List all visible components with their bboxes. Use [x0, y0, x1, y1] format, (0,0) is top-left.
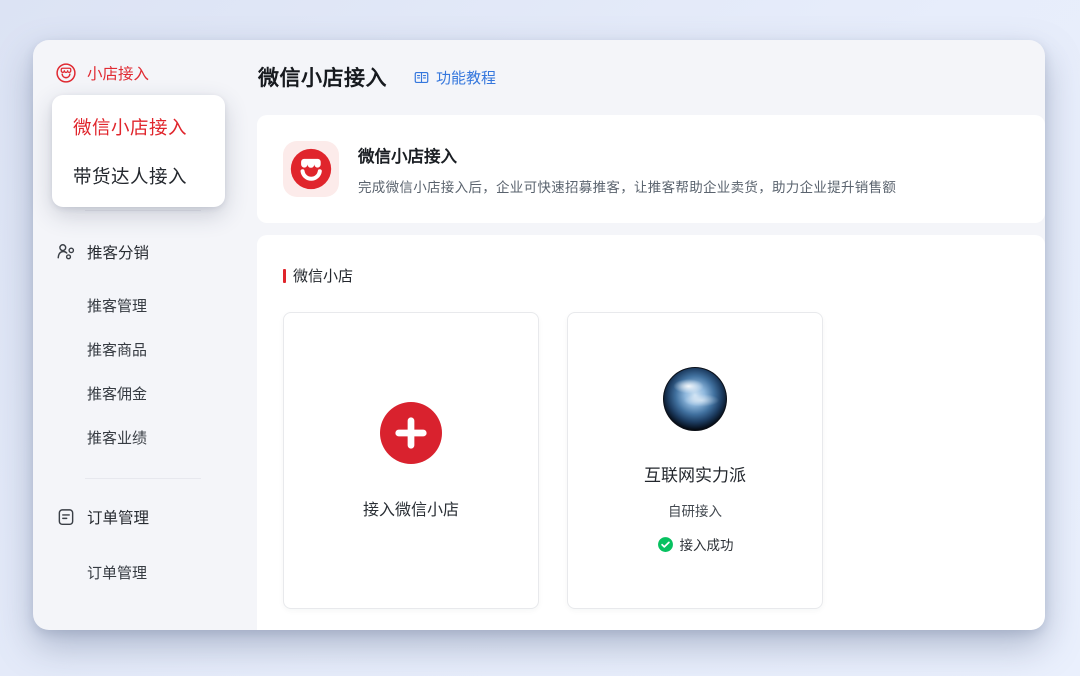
section-title: 微信小店 — [283, 265, 1019, 286]
sidebar-item-promoter-commission[interactable]: 推客佣金 — [87, 383, 147, 404]
connected-store-card[interactable]: 互联网实力派 自研接入 接入成功 — [567, 312, 823, 609]
sidebar-group-distribution[interactable]: 推客分销 — [55, 241, 149, 263]
sidebar-divider — [85, 478, 201, 479]
shop-access-popup-menu: 微信小店接入 带货达人接入 — [52, 95, 225, 207]
banner-card: 微信小店接入 完成微信小店接入后，企业可快速招募推客，让推客帮助企业卖货，助力企… — [257, 115, 1045, 223]
connect-shop-label: 接入微信小店 — [363, 496, 459, 520]
sidebar-item-label: 小店接入 — [87, 62, 149, 84]
sidebar-divider — [85, 210, 201, 211]
section-title-marker — [283, 269, 286, 283]
sidebar-group-orders[interactable]: 订单管理 — [55, 506, 149, 528]
store-status: 接入成功 — [657, 534, 734, 554]
store-name: 互联网实力派 — [644, 461, 746, 486]
store-avatar — [663, 367, 727, 431]
sidebar-item-order-management[interactable]: 订单管理 — [87, 562, 147, 583]
sidebar-group-label: 订单管理 — [87, 506, 149, 528]
open-book-icon — [413, 69, 430, 86]
menu-item-wechat-shop-access[interactable]: 微信小店接入 — [52, 102, 225, 151]
sidebar: 小店接入 微信小店接入 带货达人接入 推客分销 推客管理 推客商品 推客佣金 推… — [33, 40, 255, 630]
store-status-label: 接入成功 — [680, 534, 734, 554]
wechat-shop-logo — [283, 141, 339, 197]
wechat-shop-section: 微信小店 接入微信小店 互联网实力派 自研接入 — [257, 235, 1045, 630]
page-header: 微信小店接入 功能教程 — [255, 40, 1045, 114]
sidebar-item-shop-access[interactable]: 小店接入 — [55, 62, 149, 84]
connect-shop-card[interactable]: 接入微信小店 — [283, 312, 539, 609]
menu-item-influencer-access[interactable]: 带货达人接入 — [52, 151, 225, 200]
app-window: 小店接入 微信小店接入 带货达人接入 推客分销 推客管理 推客商品 推客佣金 推… — [33, 40, 1045, 630]
sidebar-item-promoter-management[interactable]: 推客管理 — [87, 295, 147, 316]
banner-title: 微信小店接入 — [358, 143, 896, 167]
success-check-icon — [657, 536, 674, 553]
sidebar-item-promoter-performance[interactable]: 推客业绩 — [87, 427, 147, 448]
sidebar-group-label: 推客分销 — [87, 241, 149, 263]
store-icon — [55, 62, 77, 84]
store-access-method: 自研接入 — [668, 500, 722, 520]
sidebar-item-promoter-products[interactable]: 推客商品 — [87, 339, 147, 360]
order-doc-icon — [55, 506, 77, 528]
section-title-label: 微信小店 — [293, 265, 353, 286]
main-content: 微信小店接入 功能教程 微信小店接入 完成微信小店接入后，企业可快速招募推客， — [255, 40, 1045, 630]
banner-texts: 微信小店接入 完成微信小店接入后，企业可快速招募推客，让推客帮助企业卖货，助力企… — [358, 143, 896, 196]
store-cards-row: 接入微信小店 互联网实力派 自研接入 接入成功 — [283, 312, 1019, 609]
page-title: 微信小店接入 — [258, 62, 387, 92]
banner-description: 完成微信小店接入后，企业可快速招募推客，让推客帮助企业卖货，助力企业提升销售额 — [358, 176, 896, 196]
people-share-icon — [55, 241, 77, 263]
add-shop-button[interactable] — [380, 402, 442, 464]
tutorial-link-label: 功能教程 — [436, 67, 496, 88]
tutorial-link[interactable]: 功能教程 — [413, 67, 496, 88]
